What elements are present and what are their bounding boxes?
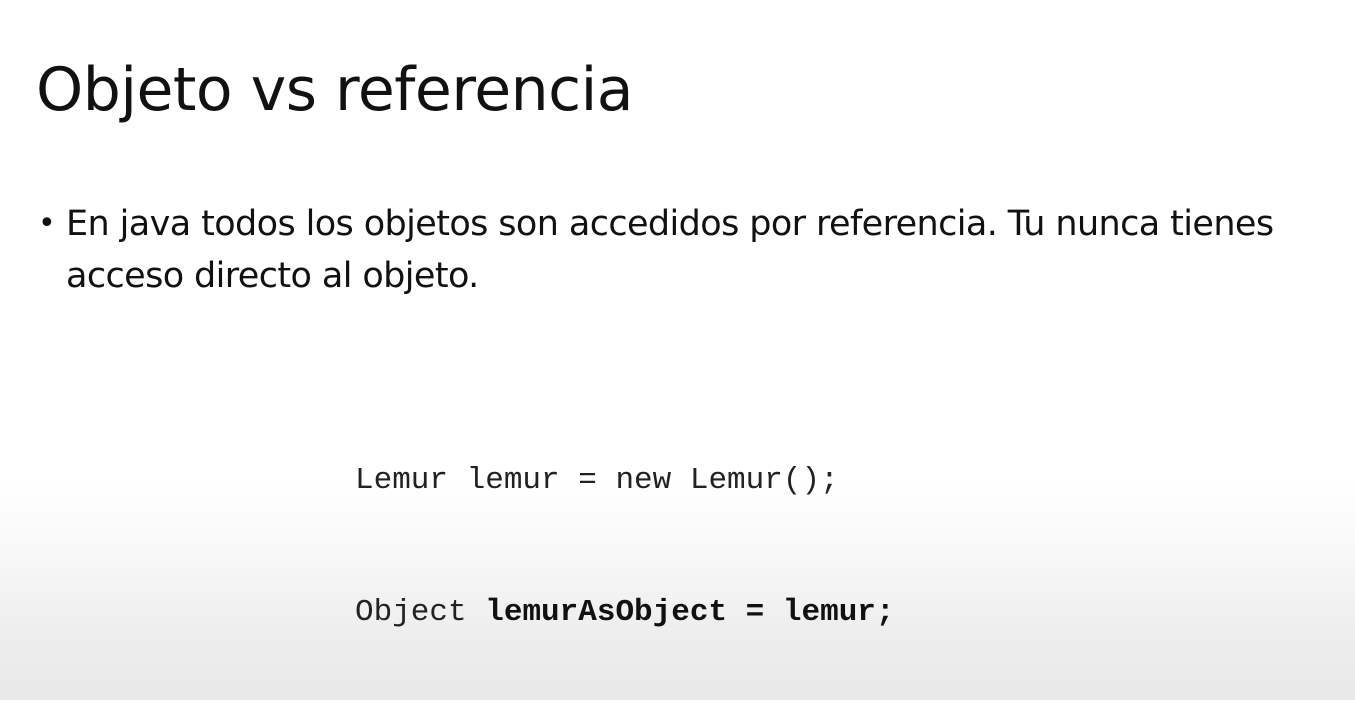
code-line-1-text: Lemur lemur = new Lemur();	[355, 463, 839, 498]
code-line-2: Object lemurAsObject = lemur;	[355, 587, 895, 649]
bullet-marker: •	[38, 206, 56, 241]
bullet-list: • En java todos los objetos son accedido…	[36, 198, 1296, 302]
slide-title: Objeto vs referencia	[36, 55, 634, 125]
bullet-item: • En java todos los objetos son accedido…	[36, 198, 1296, 302]
code-line-2-keyword: Object	[355, 595, 486, 630]
slide: Objeto vs referencia • En java todos los…	[0, 0, 1355, 700]
code-line-2-bold: lemurAsObject = lemur;	[485, 595, 895, 630]
bullet-text: En java todos los objetos son accedidos …	[66, 204, 1274, 296]
code-snippet: Lemur lemur = new Lemur(); Object lemurA…	[355, 385, 895, 719]
code-line-1: Lemur lemur = new Lemur();	[355, 455, 895, 517]
